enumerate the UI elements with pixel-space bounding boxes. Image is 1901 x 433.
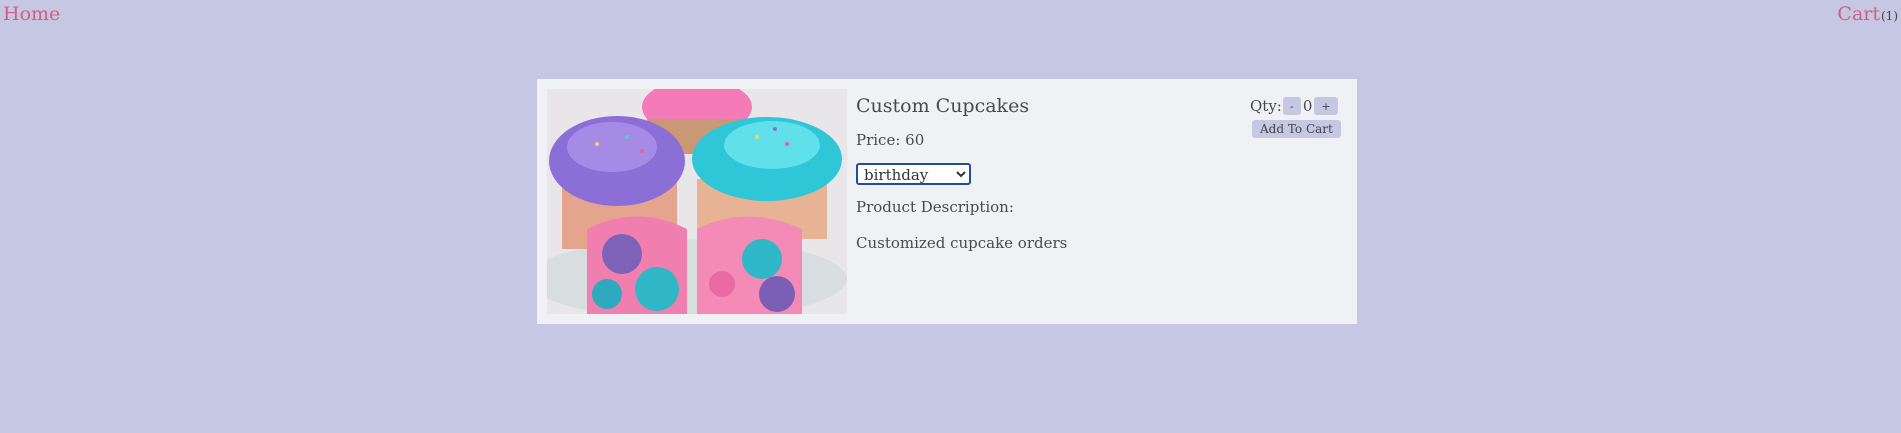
add-to-cart-button[interactable]: Add To Cart xyxy=(1252,120,1341,138)
product-info: Custom Cupcakes Price: 60 birthday Produ… xyxy=(856,89,1067,252)
cart-link[interactable]: Cart(1) xyxy=(1837,3,1898,25)
decrease-qty-button[interactable]: - xyxy=(1282,97,1301,115)
qty-value: 0 xyxy=(1302,97,1313,115)
qty-label: Qty: xyxy=(1250,97,1282,115)
product-price: Price: 60 xyxy=(856,131,925,149)
home-link[interactable]: Home xyxy=(3,3,60,25)
description-label: Product Description: xyxy=(856,198,1014,216)
product-card: Custom Cupcakes Price: 60 birthday Produ… xyxy=(537,79,1357,324)
increase-qty-button[interactable]: + xyxy=(1314,97,1338,115)
cart-label: Cart xyxy=(1837,3,1880,25)
quantity-controls: Qty: - 0 + Add To Cart xyxy=(1250,97,1341,138)
product-image xyxy=(547,89,847,314)
cart-count: (1) xyxy=(1881,9,1898,23)
product-title: Custom Cupcakes xyxy=(856,95,1030,117)
description-text: Customized cupcake orders xyxy=(856,234,1068,252)
occasion-select[interactable]: birthday xyxy=(856,163,971,185)
